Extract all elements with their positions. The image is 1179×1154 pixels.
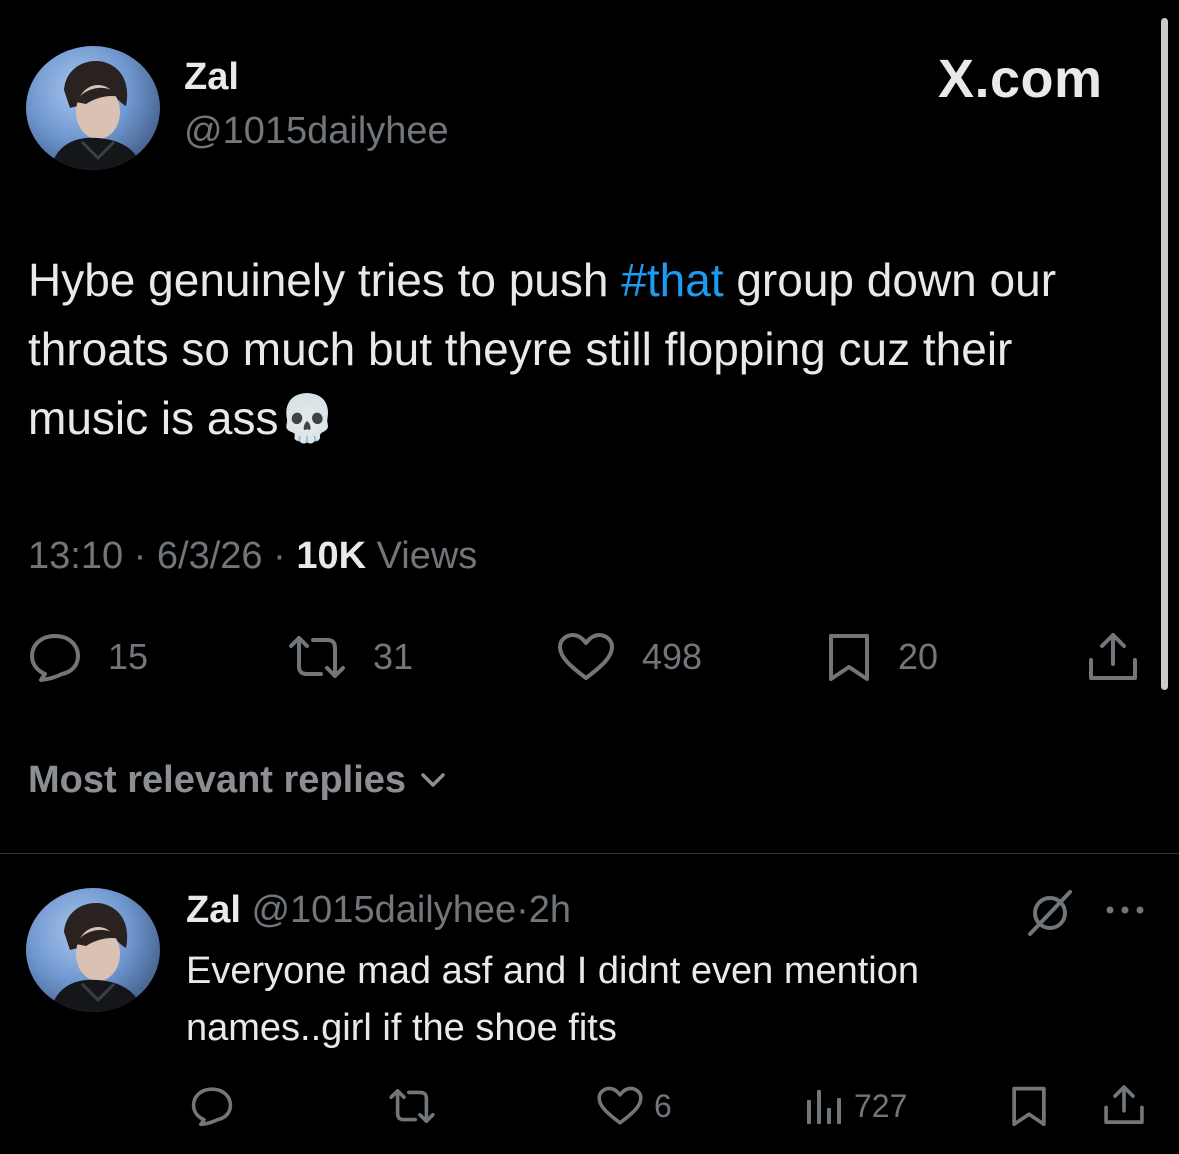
grok-button[interactable] [1024,888,1076,938]
bookmark-icon [1012,1086,1046,1127]
skull-emoji: 💀 [278,391,336,445]
share-upload-icon [1089,633,1137,680]
repost-arrows-icon [289,636,345,678]
reply-author-handle[interactable]: @1015dailyhee [251,889,516,931]
reply-reply-button[interactable] [190,1086,234,1126]
divider [0,853,1179,854]
like-count: 498 [642,636,703,677]
reply-views-button[interactable]: 727 [804,1086,907,1126]
hashtag-link[interactable]: #that [621,254,723,306]
tweet-text: Hybe genuinely tries to push #that group… [28,246,1138,453]
reply-like-count: 6 [654,1088,672,1124]
author-name[interactable]: Zal [184,58,239,96]
reply-header: Zal @1015dailyhee·2h [186,888,571,932]
bookmark-count: 20 [898,636,939,677]
author-avatar[interactable] [26,46,160,170]
repost-arrows-icon [389,1089,435,1123]
tweet-date: 6/3/26 [156,535,263,577]
meta-separator: · [133,535,147,577]
views-count[interactable]: 10K [296,535,366,577]
reply-count: 15 [108,636,149,677]
more-options-button[interactable] [1102,900,1148,920]
chevron-down-icon [421,773,445,787]
bookmark-icon [829,634,869,681]
replies-sort-dropdown[interactable]: Most relevant replies [28,758,446,802]
speech-bubble-icon [191,1087,233,1126]
tweet-meta: 13:10 · 6/3/26 · 10K Views [28,534,477,578]
reply-author-avatar[interactable] [26,888,160,1012]
reply-repost-button[interactable] [388,1086,436,1126]
reply-share-button[interactable] [1102,1082,1146,1128]
avatar-portrait-image [50,903,142,1012]
more-dots-icon [1106,906,1144,914]
reply-text: Everyone mad asf and I didnt even mentio… [186,950,920,1049]
meta-separator: · [273,535,286,577]
heart-icon [558,633,614,680]
heart-icon [597,1086,643,1125]
reply-time[interactable]: 2h [529,889,571,931]
reply-author-name[interactable]: Zal [186,889,241,931]
x-brand-watermark: X.com [938,49,1103,109]
repost-button[interactable]: 31 [287,632,413,682]
scrollbar[interactable] [1161,18,1168,690]
speech-bubble-icon [30,634,80,682]
like-button[interactable]: 498 [556,632,702,682]
reply-button[interactable]: 15 [28,632,148,682]
tweet-text-start: Hybe genuinely tries to push [28,254,622,306]
reply-views-count: 727 [854,1088,908,1124]
share-button[interactable] [1086,630,1140,684]
share-upload-icon [1104,1085,1144,1124]
grok-slash-icon [1028,890,1072,936]
reply-like-button[interactable]: 6 [596,1086,672,1126]
bookmark-button[interactable]: 20 [826,632,938,682]
reply-separator: · [516,889,529,931]
replies-sort-label: Most relevant replies [28,759,407,801]
tweet-time: 13:10 [28,535,124,577]
reply-bookmark-button[interactable] [1010,1084,1048,1128]
author-handle[interactable]: @1015dailyhee [184,112,449,150]
avatar-portrait-image [50,61,142,170]
repost-count: 31 [373,636,414,677]
bar-chart-icon [807,1090,841,1124]
views-label: Views [376,535,478,577]
